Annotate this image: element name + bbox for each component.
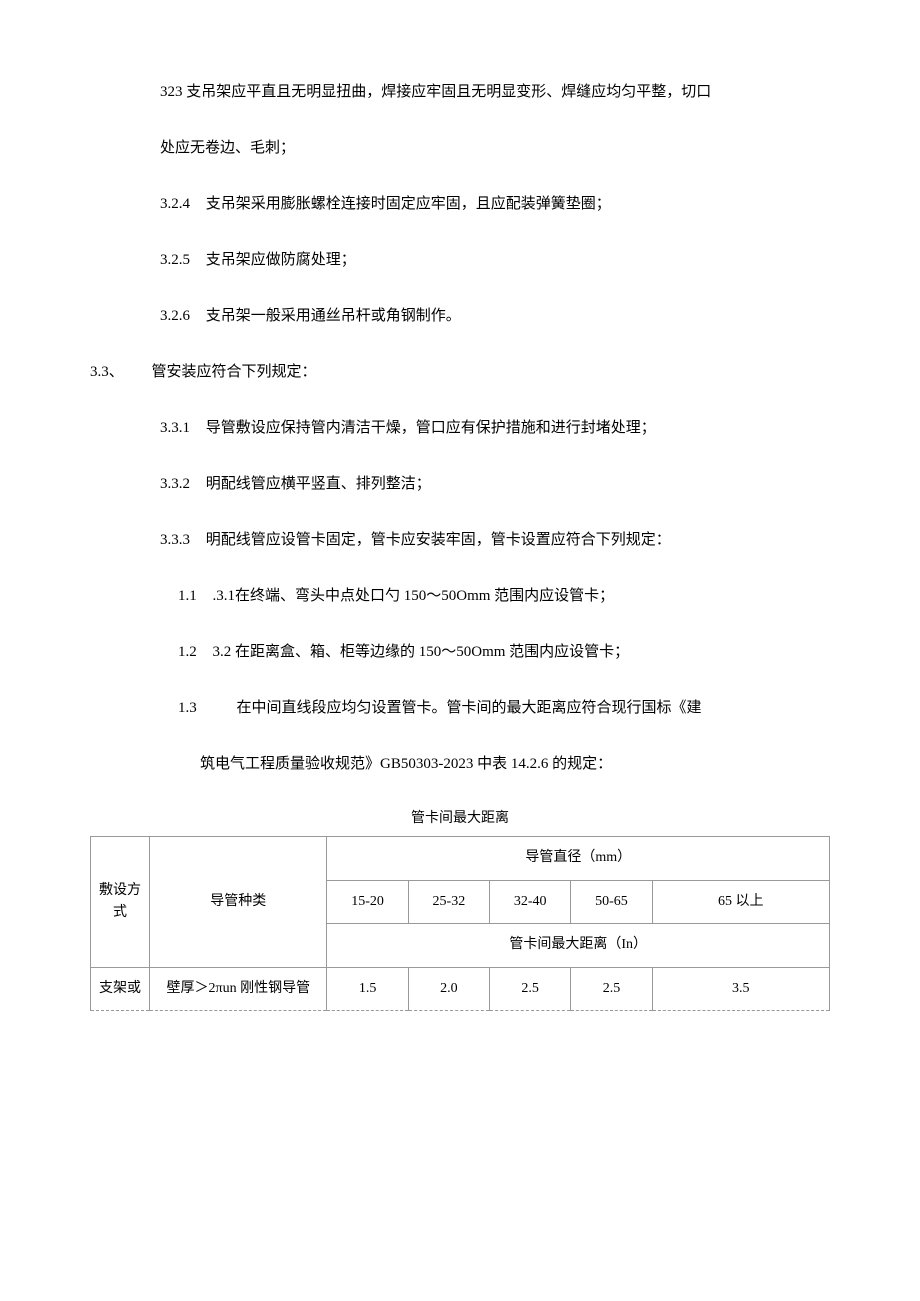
paragraph-323: 323 支吊架应平直且无明显扭曲，焊接应牢固且无明显变形、焊缝应均匀平整，切口 bbox=[90, 80, 830, 104]
diam-range-3: 50-65 bbox=[571, 880, 652, 923]
para-323-text: 323 支吊架应平直且无明显扭曲，焊接应牢固且无明显变形、焊缝应均匀平整，切口 bbox=[160, 84, 711, 100]
num-332: 3.3.2 bbox=[160, 476, 190, 492]
header-diam: 导管直径（mm） bbox=[327, 837, 830, 880]
text-332: 明配线管应横平竖直、排列整洁； bbox=[206, 476, 431, 492]
num-333: 3.3.3 bbox=[160, 532, 190, 548]
table-title: 管卡间最大距离 bbox=[90, 808, 830, 830]
diam-range-4: 65 以上 bbox=[652, 880, 829, 923]
diam-range-2: 32-40 bbox=[490, 880, 571, 923]
text-324: 支吊架采用膨胀螺栓连接时固定应牢固，且应配装弹簧垫圈； bbox=[206, 196, 611, 212]
header-layout: 敷设方式 bbox=[91, 837, 150, 967]
cell-val-0-4: 3.5 bbox=[652, 967, 829, 1010]
text-33: 管安装应符合下列规定： bbox=[152, 364, 317, 380]
paragraph-13: 1.3 在中间直线段应均匀设置管卡。管卡间的最大距离应符合现行国标《建 bbox=[90, 696, 830, 720]
paragraph-332: 3.3.2 明配线管应横平竖直、排列整洁； bbox=[90, 472, 830, 496]
paragraph-331: 3.3.1 导管敷设应保持管内清洁干燥，管口应有保护措施和进行封堵处理； bbox=[90, 416, 830, 440]
paragraph-13-cont: 筑电气工程质量验收规范》GB50303-2023 中表 14.2.6 的规定： bbox=[90, 752, 830, 776]
paragraph-326: 3.2.6 支吊架一般采用通丝吊杆或角钢制作。 bbox=[90, 304, 830, 328]
text-13: 在中间直线段应均匀设置管卡。管卡间的最大距离应符合现行国标《建 bbox=[237, 700, 702, 716]
num-13: 1.3 bbox=[178, 700, 197, 716]
text-326: 支吊架一般采用通丝吊杆或角钢制作。 bbox=[206, 308, 461, 324]
num-33: 3.3、 bbox=[90, 364, 124, 380]
cell-val-0-3: 2.5 bbox=[571, 967, 652, 1010]
text-113: .3.1在终端、弯头中点处口勺 150～50Omm 范围内应设管卡； bbox=[213, 588, 615, 604]
table-row: 支架或 壁厚＞2πun 刚性钢导管 1.5 2.0 2.5 2.5 3.5 bbox=[91, 967, 830, 1010]
para-323-cont-text: 处应无卷边、毛刺； bbox=[160, 140, 295, 156]
distance-table: 敷设方式 导管种类 导管直径（mm） 15-20 25-32 32-40 50-… bbox=[90, 836, 830, 1011]
header-dist: 管卡间最大距离（In） bbox=[327, 924, 830, 967]
text-123: 3.2 在距离盒、箱、柜等边缘的 150～50Omm 范围内应设管卡； bbox=[213, 644, 630, 660]
num-123: 1.2 bbox=[178, 644, 197, 660]
cell-layout-0: 支架或 bbox=[91, 967, 150, 1010]
cell-val-0-2: 2.5 bbox=[490, 967, 571, 1010]
num-325: 3.2.5 bbox=[160, 252, 190, 268]
paragraph-333: 3.3.3 明配线管应设管卡固定，管卡应安装牢固，管卡设置应符合下列规定： bbox=[90, 528, 830, 552]
header-kind: 导管种类 bbox=[150, 837, 327, 967]
table-header-row-1: 敷设方式 导管种类 导管直径（mm） bbox=[91, 837, 830, 880]
text-331: 导管敷设应保持管内清洁干燥，管口应有保护措施和进行封堵处理； bbox=[206, 420, 656, 436]
cell-val-0-0: 1.5 bbox=[327, 967, 408, 1010]
paragraph-324: 3.2.4 支吊架采用膨胀螺栓连接时固定应牢固，且应配装弹簧垫圈； bbox=[90, 192, 830, 216]
num-113: 1.1 bbox=[178, 588, 197, 604]
paragraph-123: 1.2 3.2 在距离盒、箱、柜等边缘的 150～50Omm 范围内应设管卡； bbox=[90, 640, 830, 664]
text-325: 支吊架应做防腐处理； bbox=[206, 252, 356, 268]
num-326: 3.2.6 bbox=[160, 308, 190, 324]
text-13-cont: 筑电气工程质量验收规范》GB50303-2023 中表 14.2.6 的规定： bbox=[200, 756, 612, 772]
num-324: 3.2.4 bbox=[160, 196, 190, 212]
diam-range-0: 15-20 bbox=[327, 880, 408, 923]
cell-kind-0: 壁厚＞2πun 刚性钢导管 bbox=[150, 967, 327, 1010]
paragraph-325: 3.2.5 支吊架应做防腐处理； bbox=[90, 248, 830, 272]
text-333: 明配线管应设管卡固定，管卡应安装牢固，管卡设置应符合下列规定： bbox=[206, 532, 671, 548]
section-33: 3.3、 管安装应符合下列规定： bbox=[90, 360, 830, 384]
paragraph-323-cont: 处应无卷边、毛刺； bbox=[90, 136, 830, 160]
paragraph-113: 1.1 .3.1在终端、弯头中点处口勺 150～50Omm 范围内应设管卡； bbox=[90, 584, 830, 608]
num-331: 3.3.1 bbox=[160, 420, 190, 436]
cell-val-0-1: 2.0 bbox=[408, 967, 489, 1010]
diam-range-1: 25-32 bbox=[408, 880, 489, 923]
